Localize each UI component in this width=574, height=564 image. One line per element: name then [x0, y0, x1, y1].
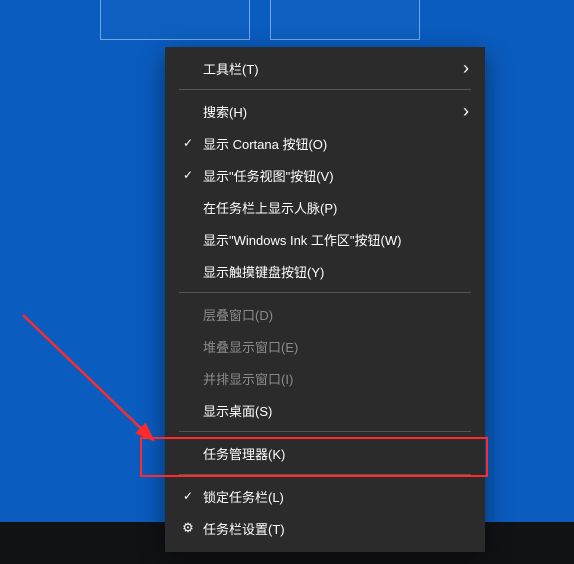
- menu-item-show-ink[interactable]: 显示"Windows Ink 工作区"按钮(W): [165, 223, 485, 255]
- separator: [179, 431, 471, 432]
- menu-item-label: 层叠窗口(D): [203, 305, 469, 324]
- menu-item-stack-windows: 堆叠显示窗口(E): [165, 330, 485, 362]
- menu-item-lock-taskbar[interactable]: 锁定任务栏(L): [165, 480, 485, 512]
- window-outline: [270, 0, 420, 40]
- menu-item-show-people[interactable]: 在任务栏上显示人脉(P): [165, 191, 485, 223]
- check-icon: [179, 136, 197, 150]
- check-icon: [179, 168, 197, 182]
- menu-item-label: 显示"任务视图"按钮(V): [203, 166, 469, 185]
- menu-item-label: 工具栏(T): [203, 59, 463, 78]
- menu-item-show-taskview[interactable]: 显示"任务视图"按钮(V): [165, 159, 485, 191]
- background-window-outlines: [100, 0, 420, 40]
- menu-item-task-manager[interactable]: 任务管理器(K): [165, 437, 485, 469]
- check-icon: [179, 489, 197, 503]
- separator: [179, 89, 471, 90]
- menu-item-label: 并排显示窗口(I): [203, 369, 469, 388]
- menu-item-show-touch-keyboard[interactable]: 显示触摸键盘按钮(Y): [165, 255, 485, 287]
- menu-item-cascade-windows: 层叠窗口(D): [165, 298, 485, 330]
- taskbar-context-menu: 工具栏(T) 搜索(H) 显示 Cortana 按钮(O) 显示"任务视图"按钮…: [165, 47, 485, 552]
- separator: [179, 474, 471, 475]
- menu-item-toolbars[interactable]: 工具栏(T): [165, 52, 485, 84]
- menu-item-label: 锁定任务栏(L): [203, 487, 469, 506]
- chevron-right-icon: [463, 59, 469, 77]
- menu-item-side-by-side: 并排显示窗口(I): [165, 362, 485, 394]
- menu-item-label: 在任务栏上显示人脉(P): [203, 198, 469, 217]
- menu-item-show-desktop[interactable]: 显示桌面(S): [165, 394, 485, 426]
- menu-item-label: 显示桌面(S): [203, 401, 469, 420]
- annotation-arrow: [18, 310, 178, 460]
- separator: [179, 292, 471, 293]
- menu-item-show-cortana[interactable]: 显示 Cortana 按钮(O): [165, 127, 485, 159]
- menu-item-label: 搜索(H): [203, 102, 463, 121]
- window-outline: [100, 0, 250, 40]
- menu-item-label: 显示"Windows Ink 工作区"按钮(W): [203, 230, 469, 249]
- menu-item-label: 任务栏设置(T): [203, 519, 469, 538]
- gear-icon: [179, 520, 197, 536]
- menu-item-label: 堆叠显示窗口(E): [203, 337, 469, 356]
- menu-item-label: 显示 Cortana 按钮(O): [203, 134, 469, 153]
- menu-item-label: 显示触摸键盘按钮(Y): [203, 262, 469, 281]
- menu-item-search[interactable]: 搜索(H): [165, 95, 485, 127]
- menu-item-label: 任务管理器(K): [203, 444, 469, 463]
- menu-item-taskbar-settings[interactable]: 任务栏设置(T): [165, 512, 485, 544]
- chevron-right-icon: [463, 102, 469, 120]
